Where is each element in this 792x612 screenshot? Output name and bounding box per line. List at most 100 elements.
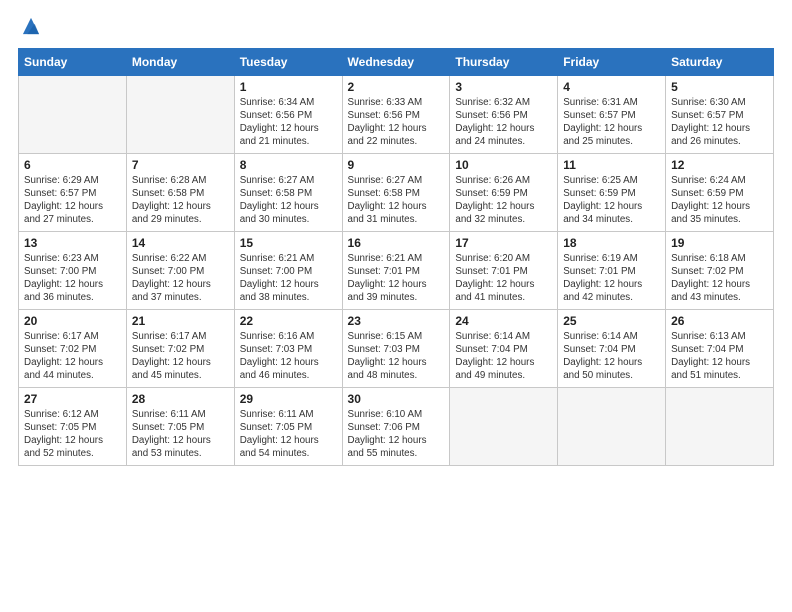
day-number: 24 xyxy=(455,314,552,328)
calendar-cell: 7Sunrise: 6:28 AM Sunset: 6:58 PM Daylig… xyxy=(126,153,234,231)
day-info: Sunrise: 6:19 AM Sunset: 7:01 PM Dayligh… xyxy=(563,252,660,305)
day-info: Sunrise: 6:13 AM Sunset: 7:04 PM Dayligh… xyxy=(671,330,768,383)
calendar-week-3: 20 Sunrise: 6:17 AM Sunset: 7:02 PM Dayli… xyxy=(19,309,774,387)
day-info: Sunrise: 6:10 AM Sunset: 7:06 PM Dayligh… xyxy=(348,408,445,461)
calendar-cell xyxy=(126,75,234,153)
calendar-cell: 2 Sunrise: 6:33 AM Sunset: 6:56 PM Daylig… xyxy=(342,75,450,153)
day-info: Sunrise: 6:26 AM Sunset: 6:59 PM Dayligh… xyxy=(455,174,552,227)
calendar-cell xyxy=(666,387,774,465)
calendar-cell: 15 Sunrise: 6:21 AM Sunset: 7:00 PM Dayli… xyxy=(234,231,342,309)
calendar: SundayMondayTuesdayWednesdayThursdayFrid… xyxy=(18,48,774,466)
calendar-cell: 22Sunrise: 6:16 AM Sunset: 7:03 PM Dayli… xyxy=(234,309,342,387)
day-info: Sunrise: 6:25 AM Sunset: 6:59 PM Dayligh… xyxy=(563,174,660,227)
calendar-cell xyxy=(450,387,558,465)
calendar-header-row: SundayMondayTuesdayWednesdayThursdayFrid… xyxy=(19,48,774,75)
day-info: Sunrise: 6:33 AM Sunset: 6:56 PM Dayligh… xyxy=(348,96,445,149)
logo-icon xyxy=(20,15,42,37)
day-info: Sunrise: 6:24 AM Sunset: 6:59 PM Dayligh… xyxy=(671,174,768,227)
day-number: 15 xyxy=(240,236,337,250)
day-number: 21 xyxy=(132,314,229,328)
weekday-header-sunday: Sunday xyxy=(19,48,127,75)
calendar-cell: 14 Sunrise: 6:22 AM Sunset: 7:00 PM Dayli… xyxy=(126,231,234,309)
day-info: Sunrise: 6:22 AM Sunset: 7:00 PM Dayligh… xyxy=(132,252,229,305)
weekday-header-friday: Friday xyxy=(558,48,666,75)
weekday-header-saturday: Saturday xyxy=(666,48,774,75)
calendar-cell: 16 Sunrise: 6:21 AM Sunset: 7:01 PM Dayli… xyxy=(342,231,450,309)
day-info: Sunrise: 6:27 AM Sunset: 6:58 PM Dayligh… xyxy=(348,174,445,227)
day-info: Sunrise: 6:34 AM Sunset: 6:56 PM Dayligh… xyxy=(240,96,337,149)
day-number: 2 xyxy=(348,80,445,94)
day-info: Sunrise: 6:17 AM Sunset: 7:02 PM Dayligh… xyxy=(132,330,229,383)
day-number: 26 xyxy=(671,314,768,328)
day-number: 19 xyxy=(671,236,768,250)
weekday-header-thursday: Thursday xyxy=(450,48,558,75)
calendar-cell: 25 Sunrise: 6:14 AM Sunset: 7:04 PM Dayli… xyxy=(558,309,666,387)
calendar-cell: 12 Sunrise: 6:24 AM Sunset: 6:59 PM Dayli… xyxy=(666,153,774,231)
logo xyxy=(18,18,42,38)
header xyxy=(18,18,774,38)
day-number: 11 xyxy=(563,158,660,172)
day-number: 12 xyxy=(671,158,768,172)
calendar-cell: 9Sunrise: 6:27 AM Sunset: 6:58 PM Daylig… xyxy=(342,153,450,231)
page: SundayMondayTuesdayWednesdayThursdayFrid… xyxy=(0,0,792,612)
day-info: Sunrise: 6:30 AM Sunset: 6:57 PM Dayligh… xyxy=(671,96,768,149)
day-info: Sunrise: 6:15 AM Sunset: 7:03 PM Dayligh… xyxy=(348,330,445,383)
day-info: Sunrise: 6:11 AM Sunset: 7:05 PM Dayligh… xyxy=(132,408,229,461)
day-number: 27 xyxy=(24,392,121,406)
day-info: Sunrise: 6:21 AM Sunset: 7:01 PM Dayligh… xyxy=(348,252,445,305)
day-number: 20 xyxy=(24,314,121,328)
day-number: 17 xyxy=(455,236,552,250)
day-info: Sunrise: 6:20 AM Sunset: 7:01 PM Dayligh… xyxy=(455,252,552,305)
day-info: Sunrise: 6:11 AM Sunset: 7:05 PM Dayligh… xyxy=(240,408,337,461)
calendar-cell: 20Sunrise: 6:17 AM Sunset: 7:02 PM Dayli… xyxy=(19,309,127,387)
day-info: Sunrise: 6:14 AM Sunset: 7:04 PM Dayligh… xyxy=(563,330,660,383)
day-info: Sunrise: 6:27 AM Sunset: 6:58 PM Dayligh… xyxy=(240,174,337,227)
day-info: Sunrise: 6:28 AM Sunset: 6:58 PM Dayligh… xyxy=(132,174,229,227)
calendar-cell: 19 Sunrise: 6:18 AM Sunset: 7:02 PM Dayli… xyxy=(666,231,774,309)
day-info: Sunrise: 6:23 AM Sunset: 7:00 PM Dayligh… xyxy=(24,252,121,305)
weekday-header-monday: Monday xyxy=(126,48,234,75)
calendar-cell: 4 Sunrise: 6:31 AM Sunset: 6:57 PM Daylig… xyxy=(558,75,666,153)
calendar-cell: 26 Sunrise: 6:13 AM Sunset: 7:04 PM Dayli… xyxy=(666,309,774,387)
day-number: 18 xyxy=(563,236,660,250)
day-info: Sunrise: 6:14 AM Sunset: 7:04 PM Dayligh… xyxy=(455,330,552,383)
calendar-cell: 6Sunrise: 6:29 AM Sunset: 6:57 PM Daylig… xyxy=(19,153,127,231)
day-info: Sunrise: 6:31 AM Sunset: 6:57 PM Dayligh… xyxy=(563,96,660,149)
calendar-week-1: 6Sunrise: 6:29 AM Sunset: 6:57 PM Daylig… xyxy=(19,153,774,231)
day-number: 25 xyxy=(563,314,660,328)
day-number: 13 xyxy=(24,236,121,250)
day-number: 29 xyxy=(240,392,337,406)
calendar-week-2: 13 Sunrise: 6:23 AM Sunset: 7:00 PM Dayli… xyxy=(19,231,774,309)
day-number: 4 xyxy=(563,80,660,94)
calendar-cell xyxy=(558,387,666,465)
calendar-cell: 24 Sunrise: 6:14 AM Sunset: 7:04 PM Dayli… xyxy=(450,309,558,387)
day-number: 28 xyxy=(132,392,229,406)
day-number: 16 xyxy=(348,236,445,250)
day-info: Sunrise: 6:12 AM Sunset: 7:05 PM Dayligh… xyxy=(24,408,121,461)
day-number: 23 xyxy=(348,314,445,328)
calendar-cell: 18 Sunrise: 6:19 AM Sunset: 7:01 PM Dayli… xyxy=(558,231,666,309)
calendar-cell: 28 Sunrise: 6:11 AM Sunset: 7:05 PM Dayli… xyxy=(126,387,234,465)
day-info: Sunrise: 6:29 AM Sunset: 6:57 PM Dayligh… xyxy=(24,174,121,227)
day-info: Sunrise: 6:16 AM Sunset: 7:03 PM Dayligh… xyxy=(240,330,337,383)
calendar-cell: 30Sunrise: 6:10 AM Sunset: 7:06 PM Dayli… xyxy=(342,387,450,465)
calendar-cell: 23 Sunrise: 6:15 AM Sunset: 7:03 PM Dayli… xyxy=(342,309,450,387)
day-number: 14 xyxy=(132,236,229,250)
calendar-cell: 11 Sunrise: 6:25 AM Sunset: 6:59 PM Dayli… xyxy=(558,153,666,231)
calendar-cell: 1Sunrise: 6:34 AM Sunset: 6:56 PM Daylig… xyxy=(234,75,342,153)
weekday-header-wednesday: Wednesday xyxy=(342,48,450,75)
calendar-cell: 5 Sunrise: 6:30 AM Sunset: 6:57 PM Daylig… xyxy=(666,75,774,153)
calendar-cell: 10 Sunrise: 6:26 AM Sunset: 6:59 PM Dayli… xyxy=(450,153,558,231)
day-number: 5 xyxy=(671,80,768,94)
day-info: Sunrise: 6:18 AM Sunset: 7:02 PM Dayligh… xyxy=(671,252,768,305)
day-number: 8 xyxy=(240,158,337,172)
day-info: Sunrise: 6:32 AM Sunset: 6:56 PM Dayligh… xyxy=(455,96,552,149)
calendar-cell: 3Sunrise: 6:32 AM Sunset: 6:56 PM Daylig… xyxy=(450,75,558,153)
day-number: 10 xyxy=(455,158,552,172)
calendar-cell xyxy=(19,75,127,153)
calendar-cell: 29 Sunrise: 6:11 AM Sunset: 7:05 PM Dayli… xyxy=(234,387,342,465)
calendar-cell: 13 Sunrise: 6:23 AM Sunset: 7:00 PM Dayli… xyxy=(19,231,127,309)
calendar-week-0: 1Sunrise: 6:34 AM Sunset: 6:56 PM Daylig… xyxy=(19,75,774,153)
day-info: Sunrise: 6:21 AM Sunset: 7:00 PM Dayligh… xyxy=(240,252,337,305)
calendar-cell: 27 Sunrise: 6:12 AM Sunset: 7:05 PM Dayli… xyxy=(19,387,127,465)
